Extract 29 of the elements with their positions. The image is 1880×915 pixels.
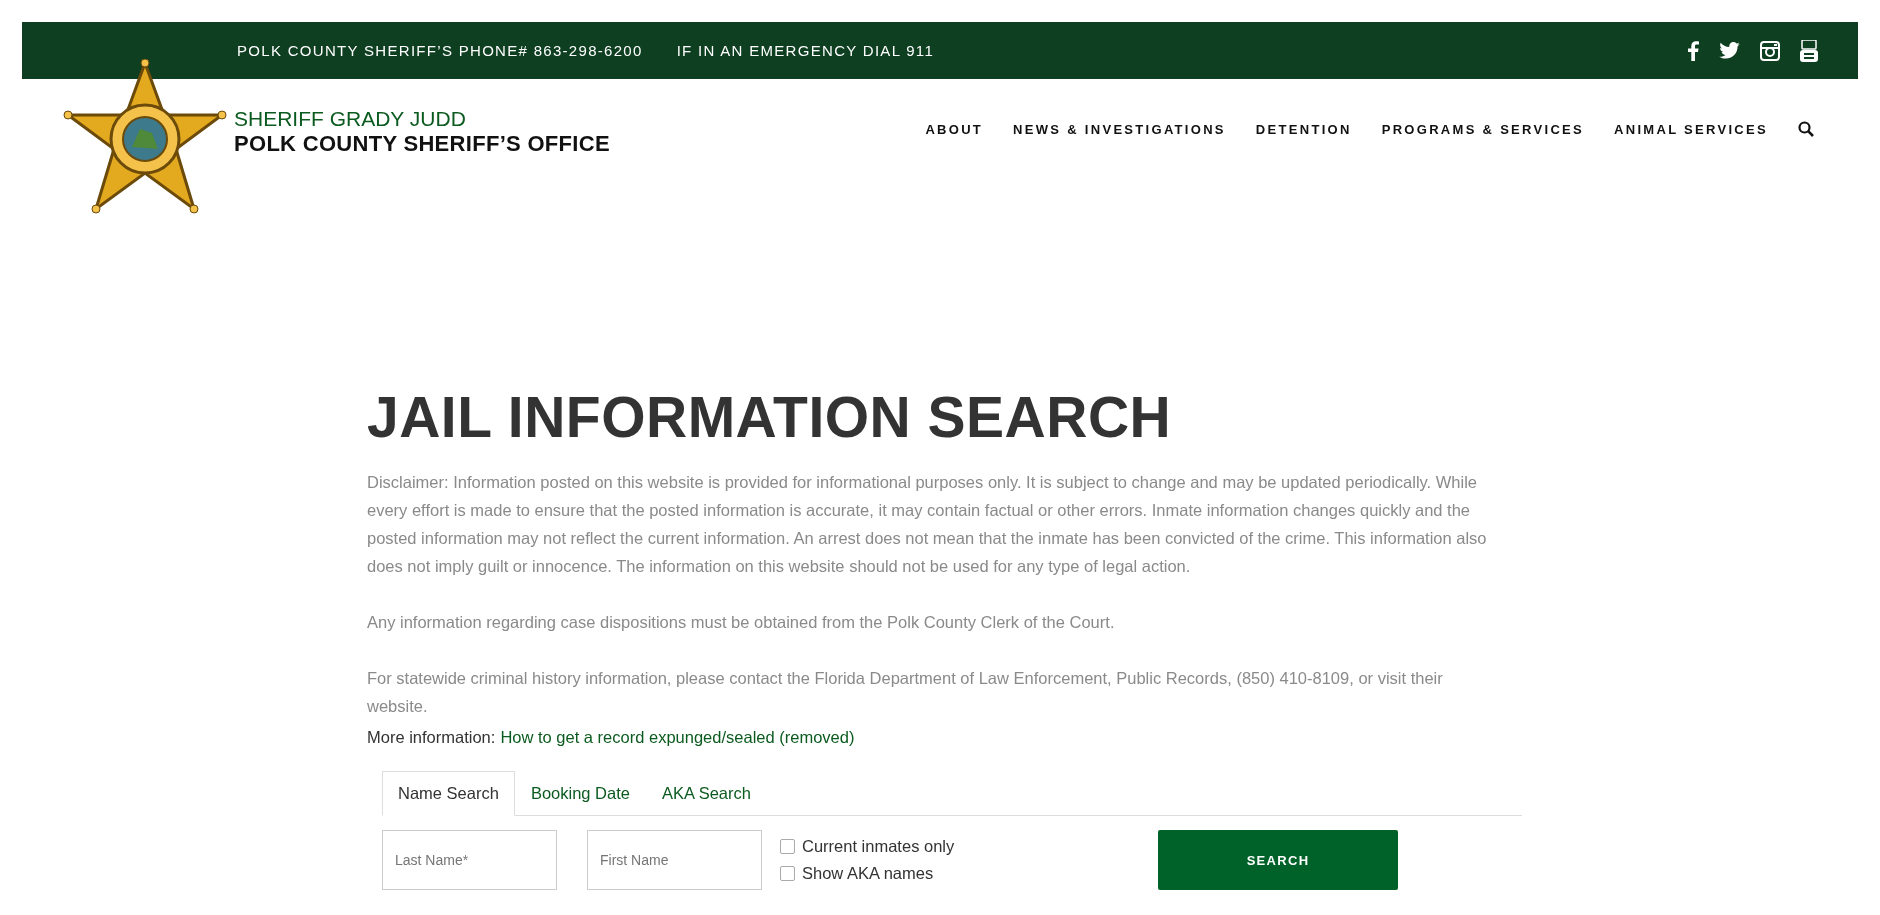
sheriff-name[interactable]: SHERIFF GRADY JUDD [234,107,610,131]
emergency-text: IF IN AN EMERGENCY DIAL 911 [676,42,935,59]
checkbox[interactable] [780,866,795,881]
name-input[interactable]: First Name [587,830,762,890]
more-info-label: More information: [367,728,496,747]
facebook-icon[interactable] [1687,40,1699,61]
search-tab[interactable]: Booking Date [514,771,646,816]
nav-link[interactable]: ABOUT [925,121,984,137]
nav-link[interactable]: ANIMAL SERVICES [1614,121,1768,137]
nav-link[interactable]: NEWS & INVESTIGATIONS [1013,121,1226,137]
bird-icon[interactable] [1719,42,1740,59]
checkbox-label[interactable]: Show AKA names [802,864,934,883]
disclaimer-paragraph: Disclaimer: Information posted on this website is provided for informational purposes only. It is subject to change and may be updated periodically. While every effort is made to ensure that the posted information is accurate, it may contain factual or other errors. Inmate information changes quickly and the posted information may not reflect the current information. An arrest does not mean that the inmate has been convicted of the crime. This information also does not imply guilt or innocence. The information on this website should not be used for any type of legal action. [367,472,1488,577]
search-icon[interactable] [1798,121,1814,137]
search-tab[interactable]: Name Search [382,771,515,816]
checkbox[interactable] [780,839,795,854]
camera-icon[interactable] [1760,40,1780,61]
nav-link[interactable]: DETENTION [1255,121,1352,137]
page-heading: JAIL INFORMATION SEARCH [367,384,1173,450]
search-tab[interactable]: AKA Search [645,771,767,816]
expunge-link[interactable]: How to get a record expunged/sealed (removed) [500,728,855,747]
office-title[interactable]: POLK COUNTY SHERIFF’S OFFICE [234,131,610,157]
nav-link[interactable]: PROGRAMS & SERVICES [1381,121,1585,137]
disclaimer-paragraph: For statewide criminal history information, please contact the Florida Department of Law Enforcement, Public Records, (850) 410-8109, or visit their website. [367,668,1444,717]
disclaimer-paragraph: Any information regarding case dispositions must be obtained from the Polk County Clerk of the Court. [367,612,1116,633]
checkbox-label[interactable]: Current inmates only [802,837,955,856]
name-input[interactable]: Last Name* [382,830,557,890]
search-button[interactable]: SEARCH [1158,830,1398,890]
phone-text: POLK COUNTY SHERIFF’S PHONE# 863-298-6200 [237,42,643,59]
